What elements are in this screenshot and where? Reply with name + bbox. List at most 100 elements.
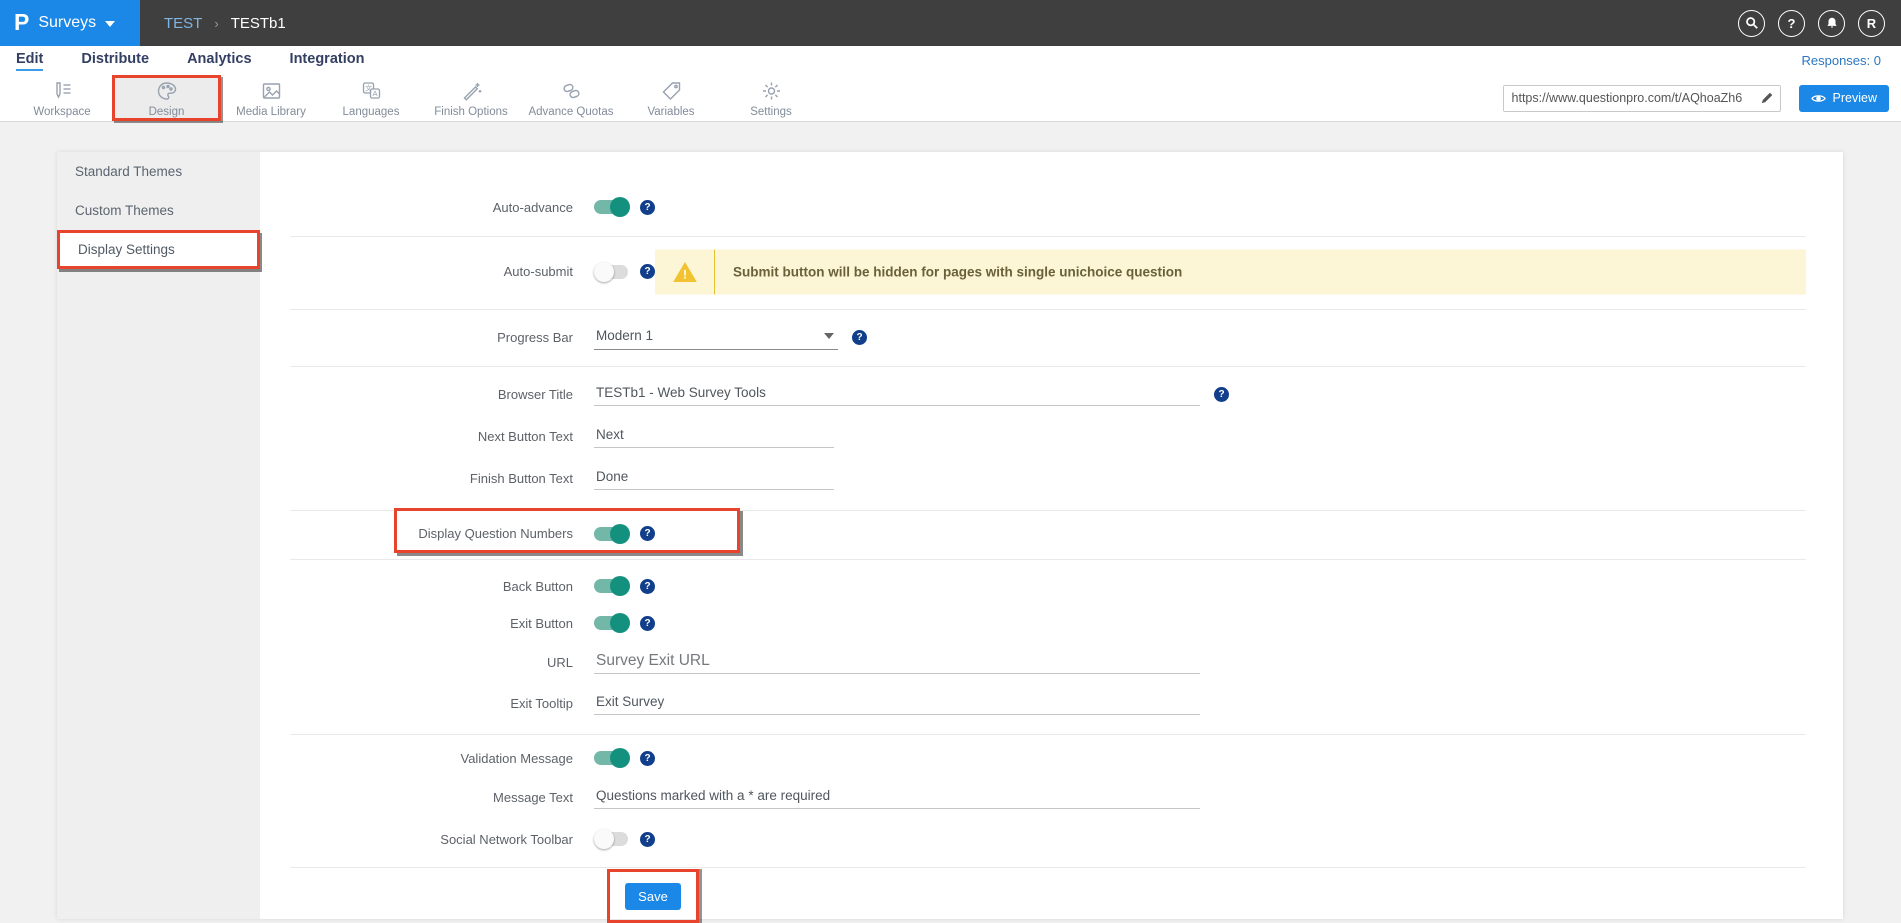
exit-tooltip-input[interactable] [594,691,1200,715]
back-button-row: Back Button ? [260,568,1843,604]
sidebar-item-custom-themes[interactable]: Custom Themes [57,191,260,230]
next-button-text-input[interactable] [594,424,834,448]
tab-edit[interactable]: Edit [16,51,43,71]
back-button-toggle[interactable] [594,576,630,596]
edit-pencil-icon[interactable] [1754,86,1780,111]
exit-button-label: Exit Button [260,616,573,631]
breadcrumb-parent[interactable]: TEST [164,15,202,32]
browser-title-input[interactable] [594,382,1200,406]
sidebar-item-display-settings[interactable]: Display Settings [57,230,260,269]
tab-integration[interactable]: Integration [290,51,365,71]
message-text-input[interactable] [594,785,1200,809]
social-network-toolbar-row: Social Network Toolbar ? [260,821,1843,857]
progress-bar-label: Progress Bar [260,330,573,345]
display-question-numbers-label: Display Question Numbers [260,526,573,541]
sidebar-item-label: Custom Themes [75,203,174,218]
toolbar-item-label: Languages [343,106,400,118]
chevron-down-icon [824,333,834,339]
exit-url-label: URL [260,655,573,670]
exit-button-toggle[interactable] [594,613,630,633]
workspace-icon [50,79,75,103]
toolbar-item-label: Design [149,106,185,118]
exit-url-row: URL [260,643,1843,681]
responses-count[interactable]: Responses: 0 [1802,53,1882,68]
toggle-knob [610,748,630,768]
toolbar-item-advance-quotas[interactable]: Advance Quotas [521,75,621,121]
browser-title-label: Browser Title [260,387,573,402]
help-icon[interactable]: ? [640,616,655,631]
app-switcher[interactable]: P Surveys [0,0,140,46]
help-icon[interactable]: ? [1778,10,1805,37]
toolbar-item-settings[interactable]: Settings [721,75,821,121]
tag-icon [659,79,684,103]
gear-icon [759,79,784,103]
design-palette-icon [154,79,179,103]
progress-bar-select[interactable]: Modern 1 [594,324,838,350]
toolbar-item-label: Media Library [236,106,306,118]
questionpro-logo-icon: P [14,11,29,34]
divider [290,236,1806,237]
annotation-box-save: Save [607,869,699,923]
finish-button-text-label: Finish Button Text [260,471,573,486]
design-sidebar: Standard Themes Custom Themes Display Se… [57,152,260,919]
toolbar-item-label: Advance Quotas [528,106,613,118]
toolbar-item-languages[interactable]: 文A Languages [321,75,421,121]
help-icon[interactable]: ? [640,264,655,279]
display-settings-form: Auto-advance ? Auto-submit ? ! Submit bu… [260,189,1843,923]
display-question-numbers-toggle[interactable] [594,524,630,544]
auto-submit-toggle[interactable] [594,262,630,282]
auto-submit-row: Auto-submit ? ! Submit button will be hi… [260,249,1843,294]
toggle-knob [610,524,630,544]
media-library-icon [259,79,284,103]
toolbar-item-workspace[interactable]: Workspace [12,75,112,121]
top-bar: P Surveys TEST › TESTb1 ? R [0,0,1901,46]
toolbar-item-media-library[interactable]: Media Library [221,75,321,121]
help-icon[interactable]: ? [852,330,867,345]
survey-url-input[interactable] [1504,86,1754,111]
section-nav: Edit Distribute Analytics Integration Re… [0,46,1901,75]
exit-url-input[interactable] [594,650,1200,674]
chain-links-icon [559,79,584,103]
toggle-knob [594,829,614,849]
breadcrumb-current: TESTb1 [231,15,286,32]
finish-button-text-row: Finish Button Text [260,460,1843,496]
avatar[interactable]: R [1858,10,1885,37]
toolbar-item-label: Workspace [33,106,90,118]
tab-analytics[interactable]: Analytics [187,51,251,71]
exit-tooltip-row: Exit Tooltip [260,685,1843,721]
validation-message-label: Validation Message [260,751,573,766]
help-icon[interactable]: ? [640,526,655,541]
toggle-knob [594,262,614,282]
toolbar-item-finish-options[interactable]: Finish Options [421,75,521,121]
help-icon[interactable]: ? [640,200,655,215]
help-icon[interactable]: ? [640,832,655,847]
save-button[interactable]: Save [625,883,681,910]
exit-tooltip-label: Exit Tooltip [260,696,573,711]
tab-distribute[interactable]: Distribute [81,51,149,71]
svg-text:文: 文 [365,83,372,92]
help-icon[interactable]: ? [640,579,655,594]
exit-button-row: Exit Button ? [260,605,1843,641]
sidebar-item-standard-themes[interactable]: Standard Themes [57,152,260,191]
notifications-bell-icon[interactable] [1818,10,1845,37]
toggle-knob [610,197,630,217]
help-icon[interactable]: ? [1214,387,1229,402]
validation-message-toggle[interactable] [594,748,630,768]
svg-text:!: ! [683,267,687,281]
toolbar-item-design[interactable]: Design [112,75,221,121]
finish-button-text-input[interactable] [594,466,834,490]
survey-url-box [1503,85,1781,112]
toolbar-item-variables[interactable]: Variables [621,75,721,121]
auto-advance-label: Auto-advance [260,200,573,215]
help-icon[interactable]: ? [640,751,655,766]
auto-advance-toggle[interactable] [594,197,630,217]
languages-translate-icon: 文A [359,79,384,103]
message-text-label: Message Text [260,790,573,805]
toolbar-item-label: Settings [750,106,792,118]
next-button-text-row: Next Button Text [260,418,1843,454]
auto-advance-row: Auto-advance ? [260,189,1843,225]
search-icon[interactable] [1738,10,1765,37]
social-network-toolbar-toggle[interactable] [594,829,630,849]
preview-button[interactable]: Preview [1799,85,1889,112]
svg-text:A: A [372,89,377,98]
